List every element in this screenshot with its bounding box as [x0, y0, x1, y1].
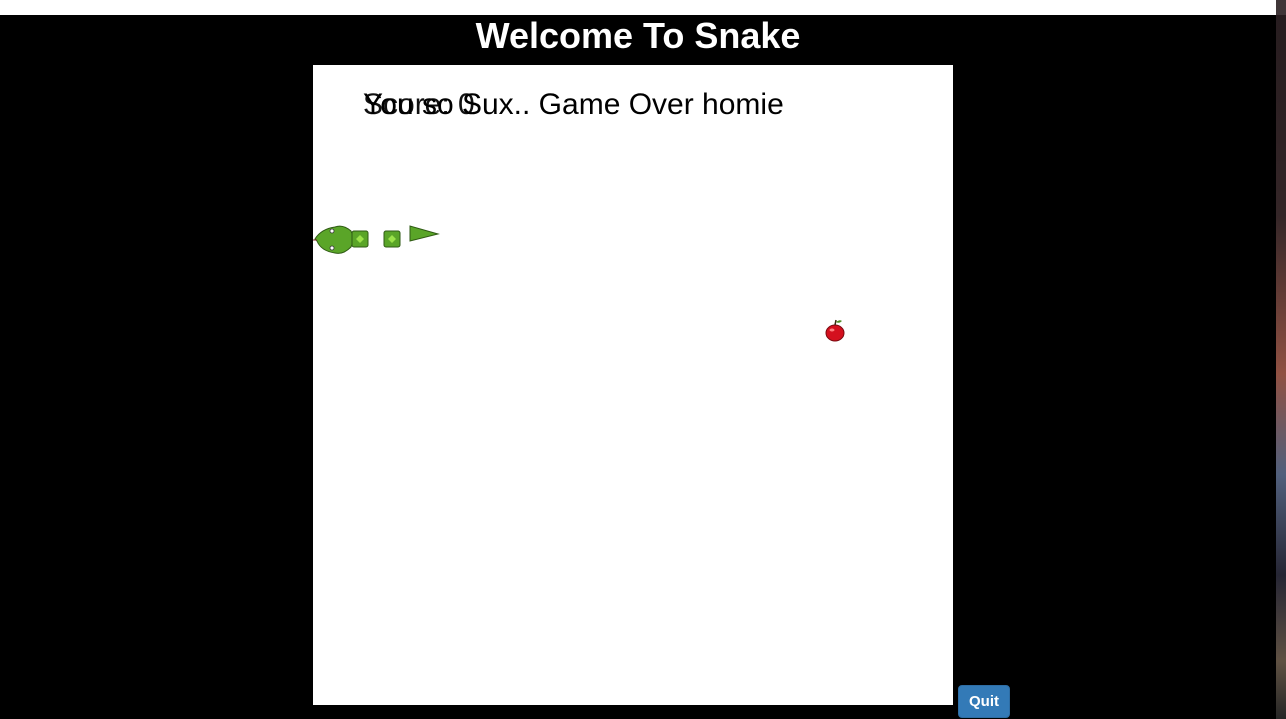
background-image-edge	[1276, 0, 1286, 719]
snake-tail	[409, 225, 440, 242]
page-title: Welcome To Snake	[475, 15, 801, 56]
game-board[interactable]: Score: 0 You so Sux.. Game Over homie	[313, 65, 953, 705]
apple-icon	[825, 319, 845, 342]
snake-body-segment	[351, 230, 369, 248]
browser-top-strip	[0, 0, 1286, 15]
quit-button[interactable]: Quit	[958, 685, 1010, 718]
snake-body-segment	[383, 230, 401, 248]
snake-head	[313, 225, 354, 254]
game-canvas	[313, 225, 845, 342]
